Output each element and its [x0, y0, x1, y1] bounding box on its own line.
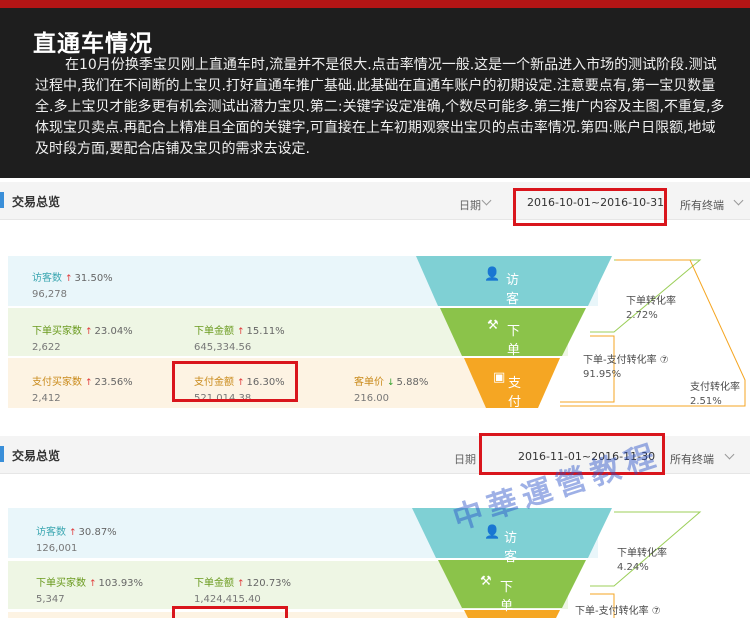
- funnel-visit-label: 访客: [504, 531, 518, 565]
- rate-name: 下单-支付转化率 ⑦: [575, 606, 661, 617]
- wallet-icon: ▣: [493, 370, 506, 385]
- banner-top-line: [0, 0, 750, 8]
- gavel-icon: ⚒: [487, 318, 499, 333]
- gavel-icon: ⚒: [480, 574, 492, 589]
- rate-name: 下单转化率: [626, 296, 676, 307]
- rate-order: 下单转化率 2.72%: [626, 292, 676, 321]
- rate-name: 下单转化率: [617, 548, 667, 559]
- rate-value: 91.95%: [583, 369, 622, 380]
- rate-order-pay: 下单-支付转化率 ⑦ 91.95%: [583, 351, 669, 380]
- rate-order: 下单转化率 4.24%: [617, 544, 667, 573]
- user-icon: 👤: [484, 267, 501, 282]
- rate-value: 2.51%: [690, 396, 722, 407]
- banner-title: 直通车情况: [33, 31, 153, 57]
- banner-body-text: 在10月份换季宝贝刚上直通车时,流量并不是很大.点击率情况一般.这是一个新品进入…: [35, 57, 725, 157]
- funnel-pay-label: 支付: [508, 376, 522, 410]
- rate-value: 2.72%: [626, 310, 658, 321]
- rate-value: 4.24%: [617, 562, 649, 573]
- funnel-order-label: 下单: [500, 580, 514, 614]
- rate-order-pay: 下单-支付转化率 ⑦: [575, 602, 661, 617]
- rate-pay: 支付转化率 2.51%: [690, 378, 740, 407]
- rate-name: 支付转化率: [690, 382, 740, 393]
- funnel-visit-label: 访客: [506, 273, 520, 307]
- funnel-order-label: 下单: [507, 324, 521, 358]
- rate-name: 下单-支付转化率 ⑦: [583, 355, 669, 366]
- trade-overview-panel-oct: 交易总览 日期 2016-10-01~2016-10-31 所有终端 访客数 ↑ 3…: [0, 182, 750, 410]
- header-banner: 直通车情况 在10月份换季宝贝刚上直通车时,流量并不是很大.点击率情况一般.这是…: [0, 0, 750, 178]
